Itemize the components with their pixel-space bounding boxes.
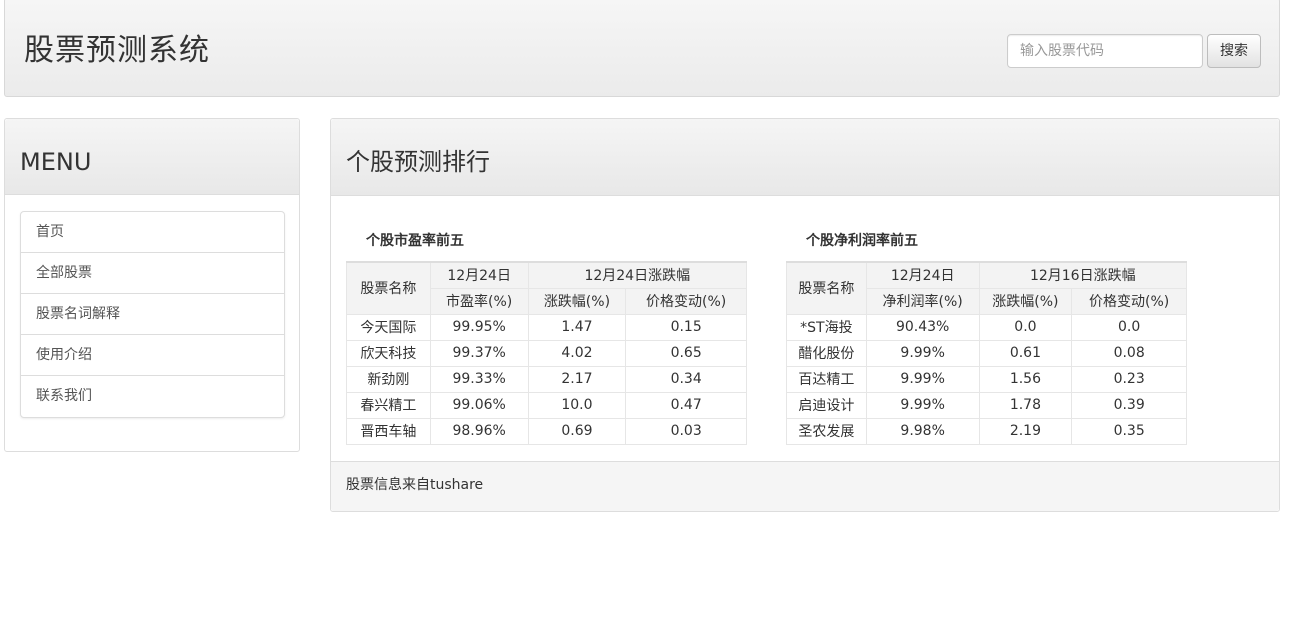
data-source-note: 股票信息来自tushare (346, 477, 484, 493)
pe-header-metric: 市盈率(%) (429, 287, 529, 315)
price-change-value: 0.47 (625, 391, 747, 419)
menu-panel: MENU 首页 全部股票 股票名词解释 使用介绍 联系我们 (4, 118, 300, 452)
profit-header-name: 股票名称 (786, 261, 867, 315)
table-row: *ST海投 90.43% 0.0 0.0 (786, 313, 1187, 341)
profit-table-caption: 个股净利润率前五 (806, 233, 918, 249)
ranking-heading: 个股预测排行 (331, 119, 1279, 196)
change-pct-value: 2.19 (978, 417, 1073, 445)
pe-value: 98.96% (429, 417, 529, 445)
pe-value: 99.95% (429, 313, 529, 341)
price-change-value: 0.39 (1071, 391, 1187, 419)
panel-footer: 股票信息来自tushare (331, 461, 1279, 511)
table-row: 圣农发展 9.98% 2.19 0.35 (786, 417, 1187, 445)
site-title: 股票预测系统 (24, 33, 210, 68)
stock-name-link[interactable]: 启迪设计 (786, 391, 867, 419)
pe-value: 99.33% (429, 365, 529, 393)
table-row: 晋西车轴 98.96% 0.69 0.03 (346, 417, 747, 445)
search-input[interactable] (1007, 34, 1203, 68)
price-change-value: 0.35 (1071, 417, 1187, 445)
stock-name-link[interactable]: 欣天科技 (346, 339, 431, 367)
profit-header-date: 12月24日 (865, 261, 980, 289)
ranking-panel: 个股预测排行 个股市盈率前五 股票名称 12月24日 12月24日涨跌幅 市盈率… (330, 118, 1280, 512)
pe-value: 99.37% (429, 339, 529, 367)
menu-item-glossary[interactable]: 股票名词解释 (21, 294, 284, 335)
change-pct-value: 4.02 (527, 339, 627, 367)
table-row: 启迪设计 9.99% 1.78 0.39 (786, 391, 1187, 419)
price-change-value: 0.08 (1071, 339, 1187, 367)
pe-table-caption: 个股市盈率前五 (366, 233, 464, 249)
pe-header-change-group: 12月24日涨跌幅 (527, 261, 748, 289)
price-change-value: 0.34 (625, 365, 747, 393)
profit-header-change-pct: 涨跌幅(%) (978, 287, 1073, 315)
table-row: 欣天科技 99.37% 4.02 0.65 (346, 339, 747, 367)
price-change-value: 0.03 (625, 417, 747, 445)
page-header: 股票预测系统 搜索 (4, 0, 1280, 97)
table-row: 春兴精工 99.06% 10.0 0.47 (346, 391, 747, 419)
menu-title: MENU (20, 148, 92, 176)
profit-header-metric: 净利润率(%) (865, 287, 980, 315)
search-button[interactable]: 搜索 (1207, 34, 1261, 68)
stock-name-link[interactable]: 百达精工 (786, 365, 867, 393)
price-change-value: 0.23 (1071, 365, 1187, 393)
profit-value: 9.99% (865, 391, 980, 419)
menu-heading: MENU (5, 119, 299, 195)
price-change-value: 0.15 (625, 313, 747, 341)
change-pct-value: 1.78 (978, 391, 1073, 419)
menu-item-all-stocks[interactable]: 全部股票 (21, 253, 284, 294)
profit-header-change-group: 12月16日涨跌幅 (978, 261, 1188, 289)
profit-header-price-change: 价格变动(%) (1071, 287, 1187, 315)
ranking-title: 个股预测排行 (346, 148, 490, 176)
stock-name-link[interactable]: 晋西车轴 (346, 417, 431, 445)
stock-name-link[interactable]: 新劲刚 (346, 365, 431, 393)
menu-item-contact[interactable]: 联系我们 (21, 376, 284, 417)
change-pct-value: 1.56 (978, 365, 1073, 393)
change-pct-value: 2.17 (527, 365, 627, 393)
price-change-value: 0.65 (625, 339, 747, 367)
table-row: 百达精工 9.99% 1.56 0.23 (786, 365, 1187, 393)
pe-value: 99.06% (429, 391, 529, 419)
change-pct-value: 0.0 (978, 313, 1073, 341)
menu-list: 首页 全部股票 股票名词解释 使用介绍 联系我们 (20, 211, 285, 418)
pe-table: 股票名称 12月24日 12月24日涨跌幅 市盈率(%) 涨跌幅(%) 价格变动… (346, 261, 748, 445)
pe-header-price-change: 价格变动(%) (625, 287, 747, 315)
change-pct-value: 1.47 (527, 313, 627, 341)
profit-value: 9.99% (865, 365, 980, 393)
table-row: 醋化股份 9.99% 0.61 0.08 (786, 339, 1187, 367)
table-row: 今天国际 99.95% 1.47 0.15 (346, 313, 747, 341)
pe-header-change-pct: 涨跌幅(%) (527, 287, 627, 315)
profit-value: 9.98% (865, 417, 980, 445)
stock-name-link[interactable]: 圣农发展 (786, 417, 867, 445)
menu-item-usage-guide[interactable]: 使用介绍 (21, 335, 284, 376)
profit-value: 90.43% (865, 313, 980, 341)
price-change-value: 0.0 (1071, 313, 1187, 341)
table-row: 新劲刚 99.33% 2.17 0.34 (346, 365, 747, 393)
change-pct-value: 10.0 (527, 391, 627, 419)
stock-name-link[interactable]: 春兴精工 (346, 391, 431, 419)
pe-header-name: 股票名称 (346, 261, 431, 315)
pe-header-date: 12月24日 (429, 261, 529, 289)
stock-name-link[interactable]: 今天国际 (346, 313, 431, 341)
stock-name-link[interactable]: *ST海投 (786, 313, 867, 341)
menu-item-home[interactable]: 首页 (21, 212, 284, 253)
change-pct-value: 0.69 (527, 417, 627, 445)
profit-value: 9.99% (865, 339, 980, 367)
change-pct-value: 0.61 (978, 339, 1073, 367)
stock-name-link[interactable]: 醋化股份 (786, 339, 867, 367)
profit-table: 股票名称 12月24日 12月16日涨跌幅 净利润率(%) 涨跌幅(%) 价格变… (786, 261, 1188, 445)
